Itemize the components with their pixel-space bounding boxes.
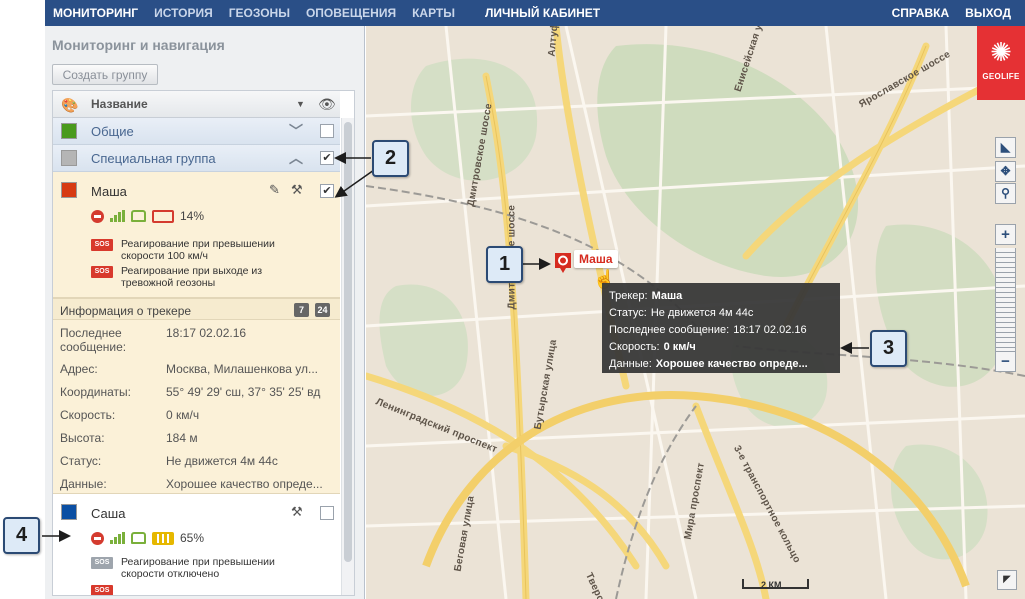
callout-arrows — [42, 152, 869, 542]
callout-4: 4 — [3, 517, 40, 554]
callout-3: 3 — [870, 330, 907, 367]
callout-2: 2 — [372, 140, 409, 177]
callout-1: 1 — [486, 246, 523, 283]
